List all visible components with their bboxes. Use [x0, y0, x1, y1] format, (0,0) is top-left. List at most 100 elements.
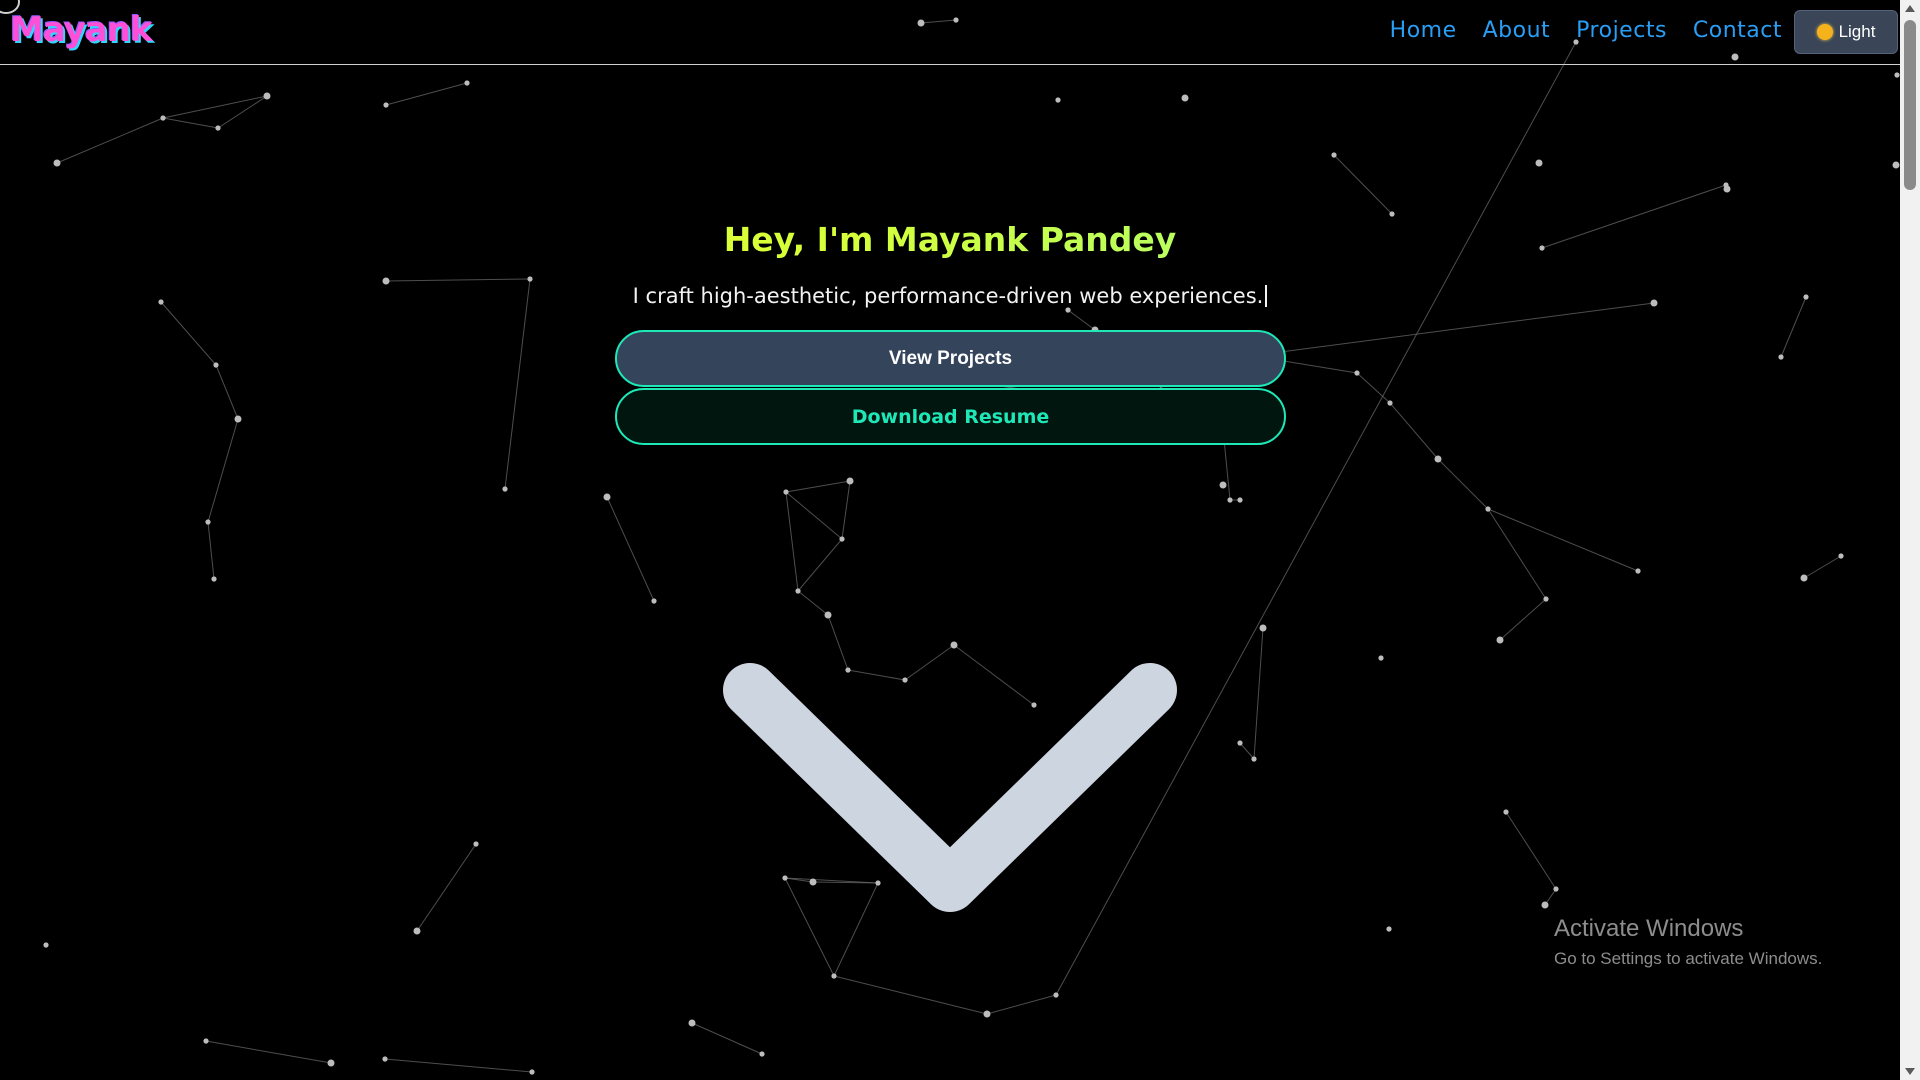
- scroll-thumb[interactable]: [1904, 20, 1916, 190]
- star-dot: [1723, 185, 1731, 193]
- star-dot: [1778, 354, 1784, 360]
- nav-about-link[interactable]: About: [1483, 18, 1551, 43]
- constellation-line: [1803, 555, 1842, 579]
- constellation-line: [1505, 811, 1557, 890]
- sun-icon: [1816, 24, 1833, 40]
- constellation-line: [504, 278, 531, 490]
- chevron-down-icon[interactable]: [720, 660, 1180, 930]
- constellation-line: [785, 480, 851, 493]
- constellation-line: [1253, 627, 1264, 760]
- constellation-line: [205, 1040, 332, 1064]
- star-dot: [1541, 901, 1549, 909]
- constellation-line: [1067, 309, 1096, 331]
- main-nav: Home About Projects Contact: [1390, 18, 1782, 43]
- view-projects-button[interactable]: View Projects: [615, 330, 1286, 387]
- constellation-line: [1487, 508, 1547, 600]
- constellation-line: [833, 975, 988, 1015]
- constellation-line: [385, 278, 531, 282]
- star-dot: [1635, 568, 1641, 574]
- star-dot: [1237, 740, 1243, 746]
- star-dot: [527, 276, 533, 282]
- constellation-line: [56, 117, 164, 164]
- constellation-line: [797, 590, 829, 616]
- star-dot: [213, 362, 219, 368]
- star-dot: [795, 588, 801, 594]
- star-dot: [1503, 809, 1509, 815]
- constellation-line: [385, 82, 468, 106]
- constellation-line: [1499, 598, 1547, 641]
- activate-windows-watermark: Activate Windows Go to Settings to activ…: [1554, 915, 1822, 969]
- constellation-line: [162, 117, 219, 129]
- watermark-subtitle: Go to Settings to activate Windows.: [1554, 949, 1823, 968]
- star-dot: [824, 611, 832, 619]
- star-dot: [831, 973, 837, 979]
- star-dot: [1378, 655, 1384, 661]
- star-dot: [215, 125, 221, 131]
- star-dot: [1237, 497, 1243, 503]
- constellation-line: [785, 491, 843, 540]
- star-dot: [160, 115, 166, 121]
- constellation-line: [160, 301, 217, 366]
- star-dot: [464, 80, 470, 86]
- star-dot: [1496, 636, 1504, 644]
- star-dot: [473, 841, 479, 847]
- star-dot: [263, 92, 271, 100]
- nav-projects-link[interactable]: Projects: [1576, 18, 1667, 43]
- logo[interactable]: Mayank: [10, 10, 153, 50]
- star-dot: [1535, 159, 1543, 167]
- star-dot: [983, 1010, 991, 1018]
- constellation-line: [1356, 372, 1391, 404]
- star-dot: [603, 493, 611, 501]
- hero-subtitle: I craft high-aesthetic, performance-driv…: [632, 284, 1264, 308]
- star-dot: [43, 942, 49, 948]
- star-dot: [53, 159, 61, 167]
- nav-contact-link[interactable]: Contact: [1693, 18, 1782, 43]
- star-dot: [1053, 992, 1059, 998]
- star-dot: [413, 927, 421, 935]
- star-dot: [1434, 455, 1442, 463]
- star-dot: [839, 536, 845, 542]
- star-dot: [1065, 307, 1071, 313]
- constellation-line: [841, 480, 851, 540]
- scroll-down-arrow[interactable]: [1905, 1068, 1915, 1075]
- theme-toggle-label: Light: [1838, 22, 1876, 41]
- scroll-up-arrow[interactable]: [1905, 5, 1915, 12]
- constellation-line: [606, 496, 655, 602]
- star-dot: [783, 489, 789, 495]
- star-dot: [1259, 624, 1267, 632]
- star-dot: [1485, 506, 1491, 512]
- star-dot: [688, 1019, 696, 1027]
- hero-subtitle-line: I craft high-aesthetic, performance-driv…: [0, 284, 1900, 308]
- typing-cursor: [1265, 285, 1268, 307]
- download-resume-button[interactable]: Download Resume: [615, 388, 1286, 445]
- star-dot: [1894, 72, 1900, 78]
- constellation-line: [1487, 508, 1639, 572]
- constellation-line: [207, 521, 215, 580]
- star-dot: [382, 1056, 388, 1062]
- constellation-line: [215, 364, 239, 420]
- constellation-line: [162, 95, 268, 119]
- star-dot: [1181, 94, 1189, 102]
- constellation-line: [416, 843, 477, 932]
- constellation-line: [797, 538, 843, 592]
- star-dot: [1387, 400, 1393, 406]
- star-dot: [1838, 553, 1844, 559]
- theme-toggle-button[interactable]: Light: [1794, 10, 1898, 54]
- constellation-line: [691, 1022, 763, 1055]
- star-dot: [950, 641, 958, 649]
- nav-home-link[interactable]: Home: [1390, 18, 1457, 43]
- star-dot: [1219, 481, 1227, 489]
- star-dot: [1800, 574, 1808, 582]
- star-dot: [1892, 161, 1900, 169]
- star-dot: [234, 415, 242, 423]
- star-dot: [1354, 370, 1360, 376]
- hero-title: Hey, I'm Mayank Pandey: [0, 220, 1900, 259]
- constellation-line: [1239, 742, 1255, 760]
- star-dot: [1251, 756, 1257, 762]
- star-dot: [1331, 152, 1337, 158]
- star-dot: [383, 102, 389, 108]
- star-dot: [205, 519, 211, 525]
- constellation-line: [384, 1058, 533, 1073]
- page-scrollbar[interactable]: [1900, 0, 1920, 1080]
- constellation-line: [1333, 154, 1393, 215]
